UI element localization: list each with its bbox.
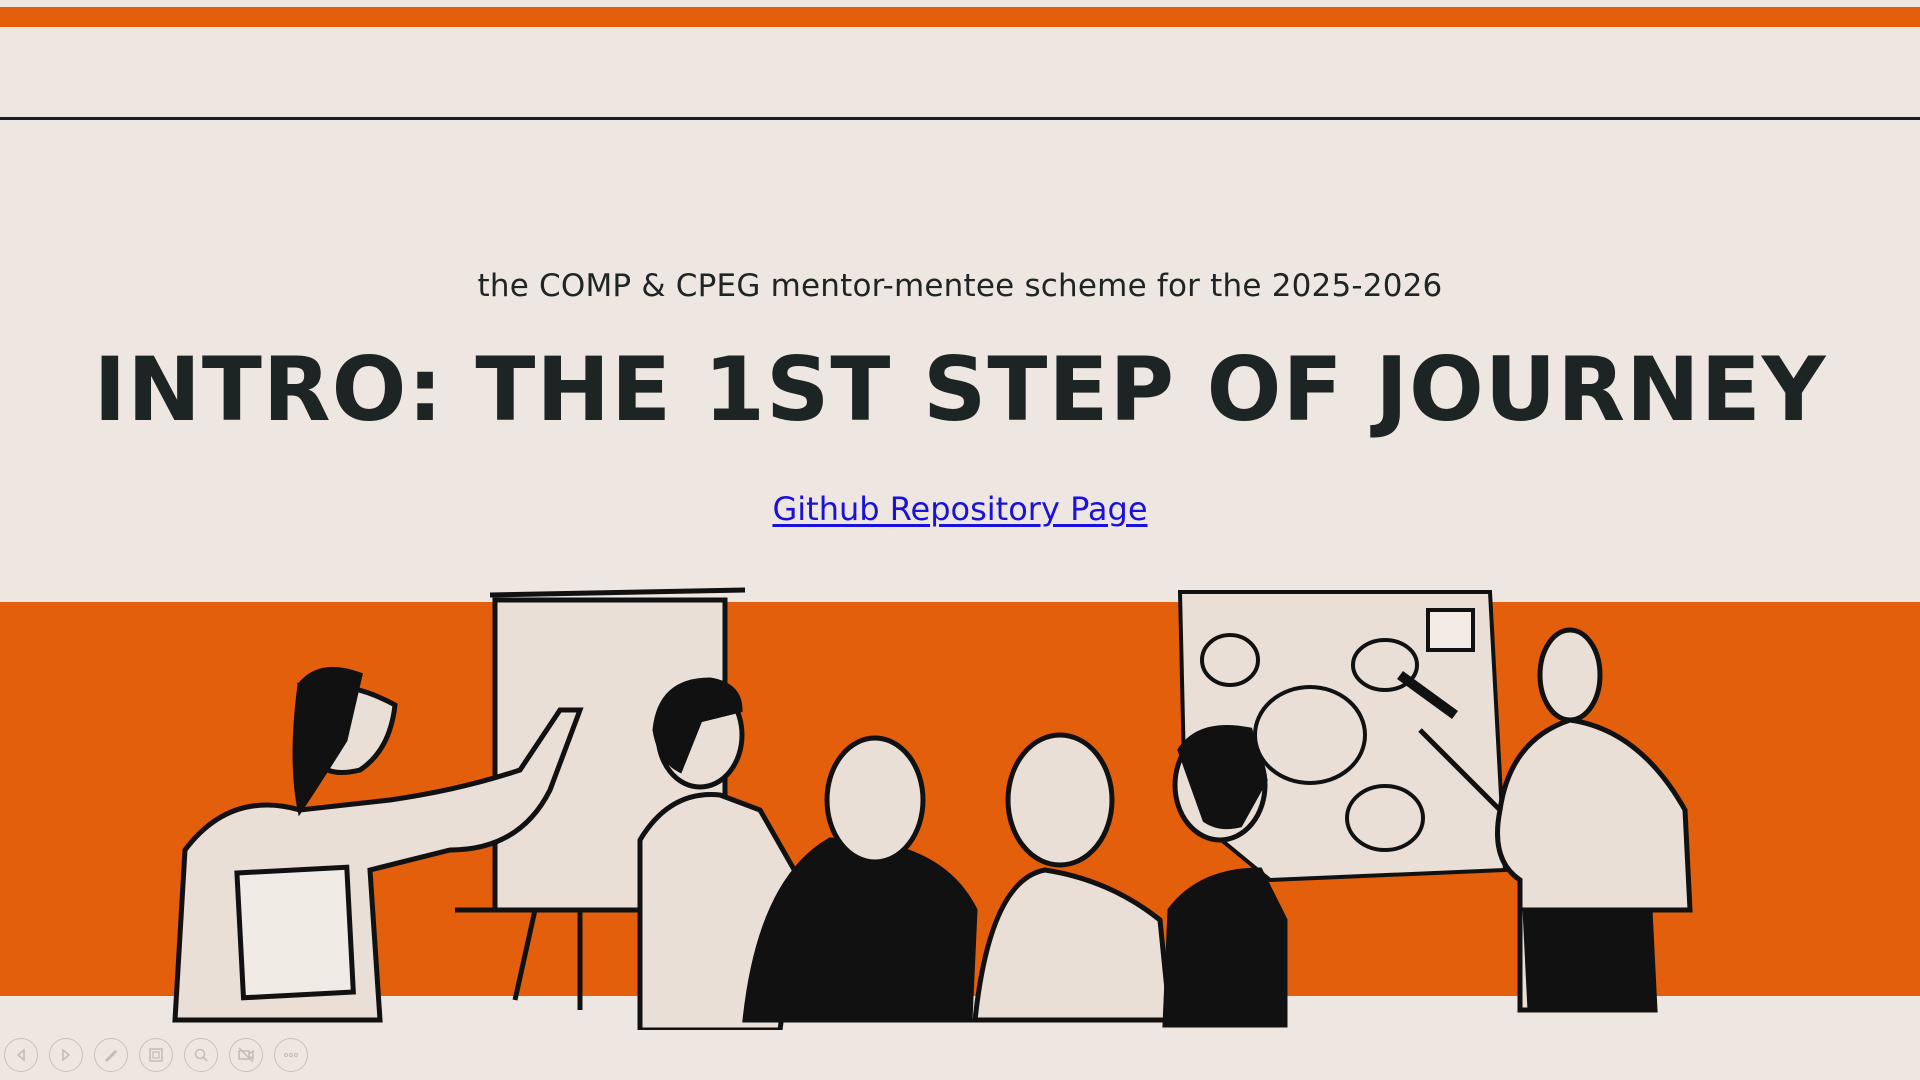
zoom-button[interactable] [184, 1038, 218, 1072]
repo-link-container: Github Repository Page [0, 490, 1920, 528]
slide-subtitle: the COMP & CPEG mentor-mentee scheme for… [477, 268, 1443, 304]
header-divider [0, 117, 1920, 120]
magnifier-icon [194, 1048, 208, 1062]
arrow-right-icon [62, 1048, 71, 1062]
presentation-controls [4, 1038, 308, 1074]
next-slide-button[interactable] [49, 1038, 83, 1072]
audience-person-center [972, 732, 1173, 1023]
slide-sorter-button[interactable] [139, 1038, 173, 1072]
team-meeting-illustration [172, 587, 1693, 1030]
camera-off-button[interactable] [229, 1038, 263, 1072]
pen-icon [104, 1049, 118, 1063]
top-accent-bar [0, 7, 1920, 27]
pen-tool-button[interactable] [94, 1038, 128, 1072]
ellipsis-icon [284, 1053, 298, 1057]
slide-title: INTRO: THE 1ST STEP OF JOURNEY [93, 338, 1827, 441]
camera-off-icon [238, 1047, 254, 1063]
arrow-left-icon [16, 1048, 25, 1062]
slides-grid-icon [149, 1048, 163, 1062]
previous-slide-button[interactable] [4, 1038, 38, 1072]
more-options-button[interactable] [274, 1038, 308, 1072]
github-repository-link[interactable]: Github Repository Page [772, 490, 1147, 528]
